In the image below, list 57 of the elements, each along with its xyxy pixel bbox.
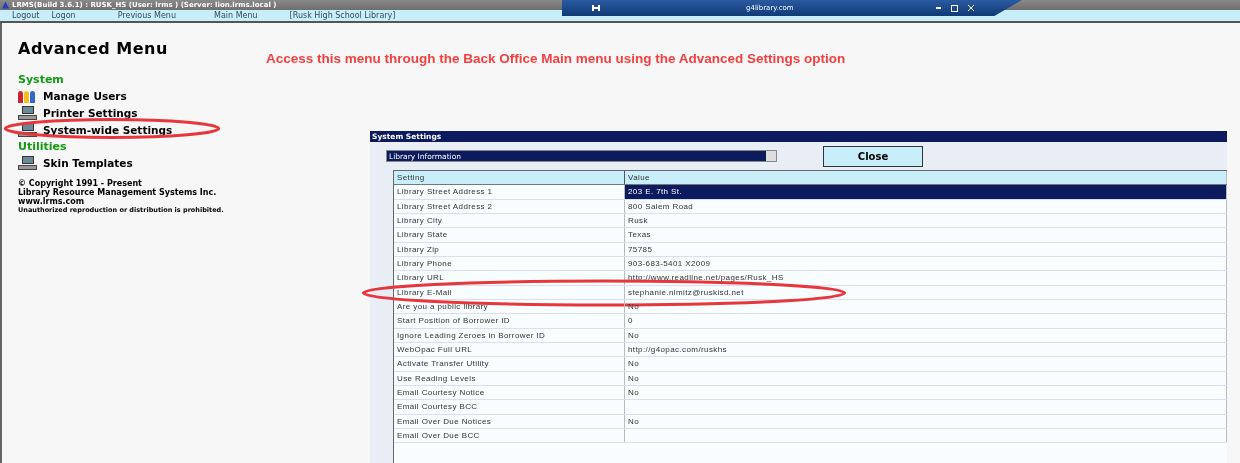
section-title: System: [18, 73, 64, 87]
table-cell: Library E-Mail: [394, 285, 625, 299]
table-cell: Email Courtesy BCC: [394, 400, 625, 414]
table-cell: Library Zip: [394, 242, 625, 256]
table-cell[interactable]: 0: [625, 314, 1227, 328]
table-cell: Ignore Leading Zeroes in Borrower ID: [394, 328, 625, 342]
column-header: Setting: [394, 171, 625, 185]
restore-icon[interactable]: [950, 4, 958, 12]
menu-link[interactable]: Skin Templates: [43, 156, 133, 169]
close-icon[interactable]: [967, 5, 974, 11]
section-title: Utilities: [18, 140, 67, 154]
table-cell[interactable]: 903-683-5401 X2009: [625, 256, 1227, 271]
copyright-line: © Copyright 1991 - Present: [18, 179, 142, 188]
table-cell: WebOpac Full URL: [394, 342, 625, 357]
table-cell: Library URL: [394, 271, 625, 285]
table-cell[interactable]: 75785: [625, 242, 1227, 256]
menu-link[interactable]: Printer Settings: [43, 106, 138, 119]
table-cell: Library State: [394, 228, 625, 242]
table-cell: Email Courtesy Notice: [394, 385, 625, 400]
table-cell: Library Street Address 2: [394, 199, 625, 213]
table-cell[interactable]: Texas: [625, 228, 1227, 242]
menu-item[interactable]: Previous Menu: [117, 11, 176, 20]
copyright-line: www.lrms.com: [18, 197, 86, 206]
table-cell: Email Over Due Notices: [394, 414, 625, 428]
table-cell[interactable]: No: [625, 414, 1227, 428]
table-cell[interactable]: http://www.readline.net/pages/Rusk_HS: [625, 271, 1227, 285]
menu-item[interactable]: [Rusk High School Library]: [289, 11, 396, 20]
table-cell[interactable]: 203 E. 7th St.: [625, 185, 1227, 199]
menu-item[interactable]: Logon: [51, 11, 76, 20]
instruction-text: Access this menu through the Back Office Main menu using the Advanced Settings option: [266, 51, 846, 66]
pin-icon[interactable]: [592, 5, 600, 11]
table-cell[interactable]: No: [625, 385, 1227, 400]
minimize-icon[interactable]: [935, 7, 941, 9]
table-cell[interactable]: No: [625, 371, 1227, 385]
table-cell: Email Over Due BCC: [394, 428, 625, 443]
table-cell: Activate Transfer Utility: [394, 357, 625, 371]
table-cell: Library City: [394, 214, 625, 228]
logo-icon: [2, 1, 9, 9]
table-cell[interactable]: 800 Salem Road: [625, 199, 1227, 213]
copyright-line: Library Resource Management Systems Inc.: [18, 188, 218, 197]
column-header: Value: [625, 171, 1227, 185]
table-cell: Start Position of Borrower ID: [394, 314, 625, 328]
table-cell: Library Phone: [394, 256, 625, 271]
computer-icon[interactable]: [18, 105, 37, 120]
table-cell[interactable]: No: [625, 328, 1227, 342]
menu-item[interactable]: Main Menu: [214, 11, 258, 20]
page-heading: Advanced Menu: [18, 39, 168, 60]
table-cell[interactable]: stephanie.nimitz@ruskisd.net: [625, 285, 1227, 299]
table-cell[interactable]: Rusk: [625, 214, 1227, 228]
table-cell[interactable]: No: [625, 357, 1227, 371]
close-button[interactable]: Close: [823, 145, 923, 167]
computer-icon[interactable]: [18, 155, 37, 170]
menu-link[interactable]: Manage Users: [43, 89, 127, 102]
computer-icon[interactable]: [18, 122, 37, 137]
menu-item[interactable]: Logout: [12, 11, 40, 20]
table-cell[interactable]: http://g4opac.com/ruskhs: [625, 342, 1227, 357]
table-cell: Use Reading Levels: [394, 371, 625, 385]
